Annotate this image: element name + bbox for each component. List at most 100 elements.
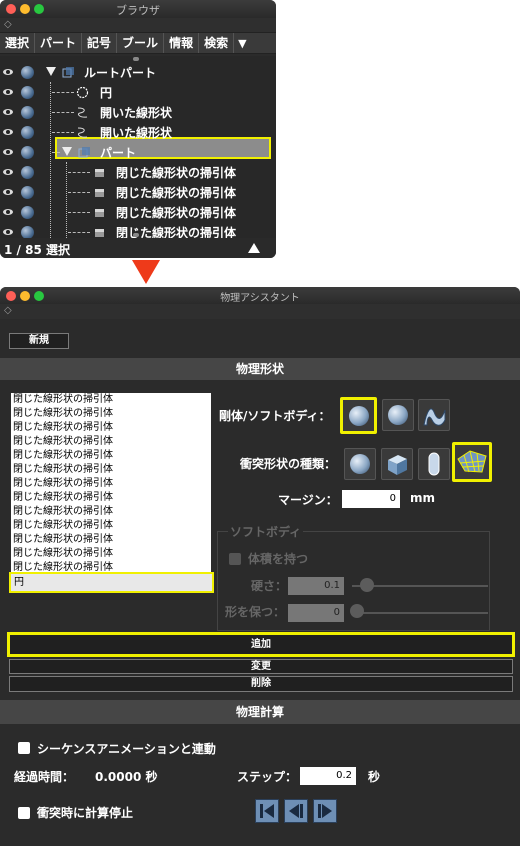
tree-connector bbox=[68, 212, 90, 213]
step-input[interactable]: 0.2 bbox=[300, 767, 356, 785]
cloth-button[interactable] bbox=[418, 399, 450, 431]
disclosure-triangle-icon[interactable] bbox=[46, 67, 56, 76]
tree-row[interactable]: 閉じた線形状の掃引体 bbox=[0, 182, 276, 202]
tree-row[interactable]: 閉じた線形状の掃引体 bbox=[0, 162, 276, 182]
skip-to-start-icon bbox=[260, 804, 274, 818]
stop-on-collision-label: 衝突時に計算停止 bbox=[37, 806, 134, 820]
play-button[interactable] bbox=[313, 799, 337, 823]
visibility-eye-icon[interactable] bbox=[3, 129, 13, 135]
sweep-solid-icon bbox=[95, 209, 104, 217]
visibility-eye-icon[interactable] bbox=[3, 229, 13, 235]
tree-row[interactable]: ルートパート bbox=[0, 62, 276, 82]
list-item[interactable]: 閉じた線形状の掃引体 bbox=[11, 463, 211, 477]
sweep-solid-icon bbox=[95, 189, 104, 197]
tree-row-label: 開いた線形状 bbox=[100, 106, 173, 120]
list-item[interactable]: 閉じた線形状の掃引体 bbox=[11, 519, 211, 533]
shape-keep-slider-knob[interactable] bbox=[350, 604, 364, 618]
list-item[interactable]: 閉じた線形状の掃引体 bbox=[11, 547, 211, 561]
tab-search[interactable]: 検索 bbox=[199, 33, 235, 53]
stop-on-collision-checkbox[interactable] bbox=[18, 807, 30, 819]
tab-boolean[interactable]: ブール bbox=[117, 33, 165, 53]
list-item[interactable]: 閉じた線形状の掃引体 bbox=[11, 491, 211, 505]
sphere-icon bbox=[350, 454, 370, 474]
sequence-link-label: シーケンスアニメーションと連動 bbox=[37, 742, 216, 756]
list-item[interactable]: 閉じた線形状の掃引体 bbox=[11, 393, 211, 407]
list-item-selected[interactable]: 円 bbox=[9, 572, 214, 593]
hardness-slider-knob[interactable] bbox=[360, 578, 374, 592]
tree-row[interactable]: 開いた線形状 bbox=[0, 122, 276, 142]
tab-symbol[interactable]: 記号 bbox=[82, 33, 118, 53]
list-item[interactable]: 閉じた線形状の掃引体 bbox=[11, 533, 211, 547]
rigid-soft-label: 剛体/ソフトボディ： bbox=[219, 409, 331, 423]
soft-body-button[interactable] bbox=[382, 399, 414, 431]
visibility-eye-icon[interactable] bbox=[3, 209, 13, 215]
physics-object-list[interactable]: 閉じた線形状の掃引体 閉じた線形状の掃引体 閉じた線形状の掃引体 閉じた線形状の… bbox=[11, 393, 211, 590]
step-back-button[interactable] bbox=[284, 799, 308, 823]
box-icon bbox=[388, 455, 407, 475]
margin-label: マージン： bbox=[278, 493, 338, 507]
collapse-diamond-icon[interactable]: ◇ bbox=[0, 18, 276, 32]
section-physics-shape: 物理形状 bbox=[0, 358, 520, 380]
tree-row[interactable]: パート bbox=[0, 142, 276, 162]
tree-row[interactable]: 開いた線形状 bbox=[0, 102, 276, 122]
render-orb-icon[interactable] bbox=[21, 66, 34, 79]
new-button[interactable]: 新規 bbox=[9, 333, 69, 349]
list-item[interactable]: 閉じた線形状の掃引体 bbox=[11, 505, 211, 519]
tab-part[interactable]: パート bbox=[35, 33, 83, 53]
tab-info[interactable]: 情報 bbox=[164, 33, 200, 53]
collapse-diamond-icon[interactable]: ◇ bbox=[0, 304, 520, 319]
list-item[interactable]: 閉じた線形状の掃引体 bbox=[11, 477, 211, 491]
render-orb-icon[interactable] bbox=[21, 166, 34, 179]
visibility-eye-icon[interactable] bbox=[3, 189, 13, 195]
tree-row[interactable]: 閉じた線形状の掃引体 bbox=[0, 202, 276, 222]
render-orb-icon[interactable] bbox=[21, 206, 34, 219]
add-button[interactable]: 追加 bbox=[7, 632, 515, 657]
cloth-icon bbox=[423, 408, 446, 426]
change-button[interactable]: 変更 bbox=[9, 659, 513, 674]
render-orb-icon[interactable] bbox=[21, 126, 34, 139]
visibility-eye-icon[interactable] bbox=[3, 169, 13, 175]
step-label: ステップ： bbox=[237, 770, 298, 784]
tree-connector bbox=[52, 132, 74, 133]
rewind-button[interactable] bbox=[255, 799, 279, 823]
disclosure-triangle-icon[interactable] bbox=[62, 147, 72, 156]
list-item[interactable]: 閉じた線形状の掃引体 bbox=[11, 421, 211, 435]
hardness-input[interactable]: 0.1 bbox=[288, 577, 344, 595]
list-item[interactable]: 閉じた線形状の掃引体 bbox=[11, 435, 211, 449]
visibility-eye-icon[interactable] bbox=[3, 149, 13, 155]
collision-capsule-button[interactable] bbox=[418, 448, 450, 480]
visibility-eye-icon[interactable] bbox=[3, 109, 13, 115]
rigid-body-button[interactable] bbox=[340, 397, 377, 434]
render-orb-icon[interactable] bbox=[21, 146, 34, 159]
rigid-sphere-icon bbox=[349, 406, 369, 426]
visibility-eye-icon[interactable] bbox=[3, 89, 13, 95]
render-orb-icon[interactable] bbox=[21, 86, 34, 99]
collision-sphere-button[interactable] bbox=[344, 448, 376, 480]
tab-select[interactable]: 選択 bbox=[0, 33, 36, 53]
collision-box-button[interactable] bbox=[381, 448, 413, 480]
sequence-link-checkbox[interactable] bbox=[18, 742, 30, 754]
tabs-menu-triangle-icon[interactable]: ▼ bbox=[234, 33, 248, 53]
browser-tree: ルートパート 円 開いた線形状 開いた線形状 パート 閉じた線形状の掃引体 閉じ… bbox=[0, 56, 276, 238]
list-item[interactable]: 閉じた線形状の掃引体 bbox=[11, 407, 211, 421]
shape-keep-slider-track[interactable] bbox=[352, 612, 488, 614]
render-orb-icon[interactable] bbox=[21, 106, 34, 119]
render-orb-icon[interactable] bbox=[21, 226, 34, 238]
collision-mesh-button[interactable] bbox=[452, 442, 492, 482]
keep-volume-checkbox[interactable] bbox=[229, 553, 241, 565]
scroll-top-handle[interactable] bbox=[133, 57, 139, 61]
render-orb-icon[interactable] bbox=[21, 186, 34, 199]
scroll-bottom-handle[interactable] bbox=[133, 233, 139, 237]
list-item[interactable]: 閉じた線形状の掃引体 bbox=[11, 449, 211, 463]
tree-row-label: パート bbox=[100, 146, 137, 160]
browser-window: ブラウザ ◇ 選択 パート 記号 ブール 情報 検索 ▼ ルートパート 円 開い… bbox=[0, 0, 276, 258]
tree-row-selected[interactable]: 円 bbox=[0, 82, 276, 102]
margin-input[interactable]: 0 bbox=[342, 490, 400, 508]
delete-button[interactable]: 削除 bbox=[9, 676, 513, 692]
visibility-eye-icon[interactable] bbox=[3, 69, 13, 75]
step-unit: 秒 bbox=[368, 770, 381, 784]
sweep-solid-icon bbox=[95, 229, 104, 237]
shape-keep-input[interactable]: 0 bbox=[288, 604, 344, 622]
expand-up-triangle-icon[interactable] bbox=[248, 243, 260, 253]
elapsed-time-label: 経過時間： bbox=[14, 770, 75, 784]
